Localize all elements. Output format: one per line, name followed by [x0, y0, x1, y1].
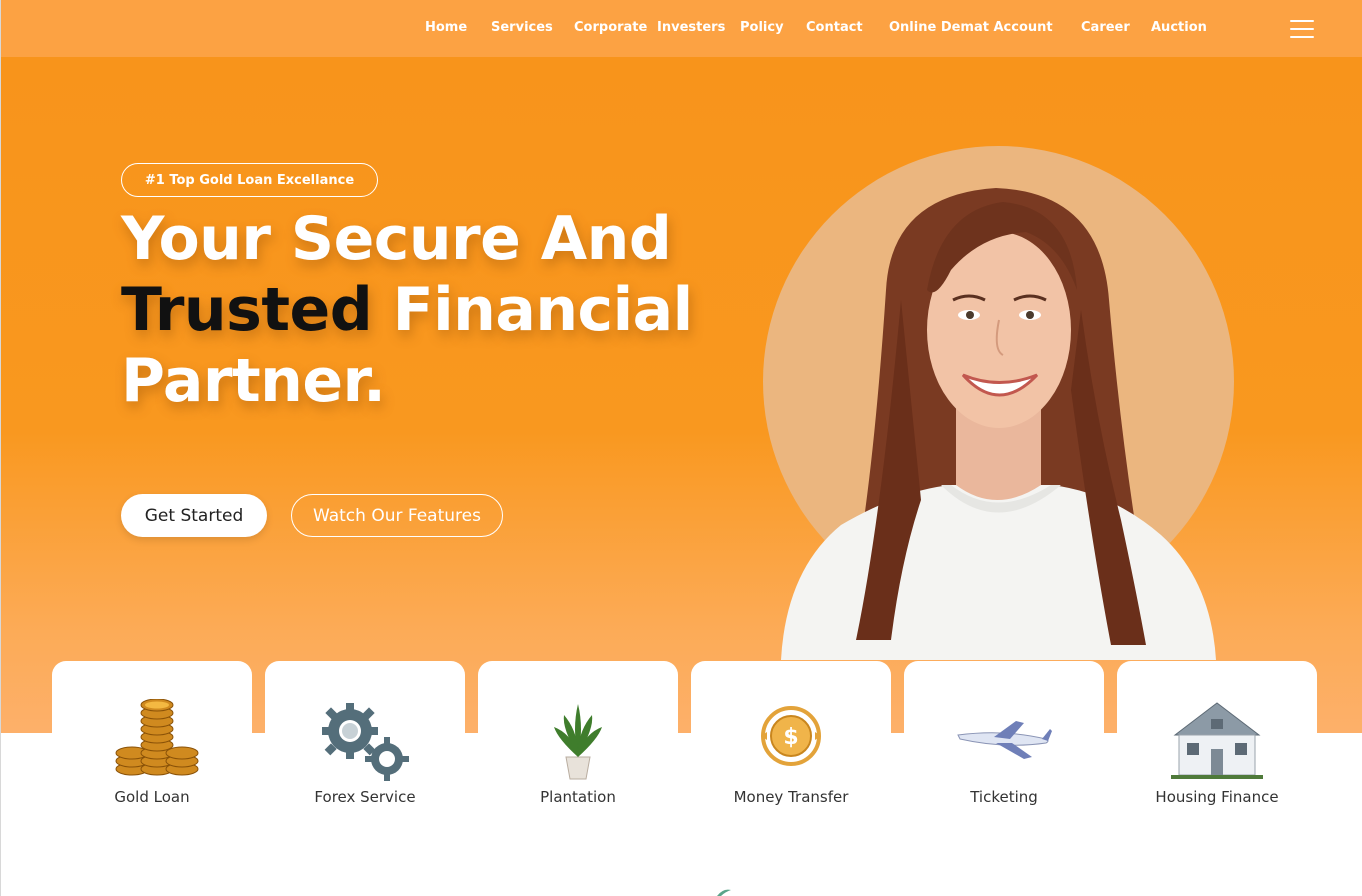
service-label: Housing Finance: [1155, 788, 1279, 806]
top-navbar: Home Services Corporate Investers Policy…: [1, 0, 1362, 57]
potted-plant-icon: [554, 704, 602, 780]
service-card-plantation[interactable]: Plantation: [478, 661, 678, 821]
nav-services[interactable]: Services: [491, 20, 553, 35]
service-label: Money Transfer: [733, 788, 849, 806]
headline-line-2: Financial: [372, 275, 694, 345]
nav-policy[interactable]: Policy: [740, 20, 784, 35]
nav-contact[interactable]: Contact: [806, 20, 863, 35]
service-card-housing-finance[interactable]: Housing Finance: [1117, 661, 1317, 821]
service-label: Plantation: [540, 788, 616, 806]
service-label: Ticketing: [970, 788, 1038, 806]
partial-leaf-icon: [717, 889, 731, 896]
headline-line-3: Partner.: [121, 346, 386, 416]
headline-line-1: Your Secure And: [121, 204, 672, 274]
nav-online-demat-account[interactable]: Online Demat Account: [889, 20, 1053, 35]
service-label: Gold Loan: [114, 788, 190, 806]
airplane-icon: [957, 721, 1052, 759]
hero-headline: Your Secure And Trusted Financial Partne…: [121, 204, 721, 417]
hero-badge: #1 Top Gold Loan Excellance: [121, 163, 378, 197]
headline-highlight: Trusted: [121, 275, 373, 345]
hamburger-menu-icon[interactable]: [1290, 20, 1314, 38]
nav-auction[interactable]: Auction: [1151, 20, 1207, 35]
svg-text:$: $: [783, 725, 798, 750]
house-icon: [1171, 702, 1263, 779]
hero-portrait-image: [781, 188, 1216, 660]
nav-corporate[interactable]: Corporate: [574, 20, 647, 35]
nav-home[interactable]: Home: [425, 20, 467, 35]
page: Home Services Corporate Investers Policy…: [0, 0, 1362, 896]
gears-icon: [322, 703, 409, 781]
nav-investers[interactable]: Investers: [657, 20, 725, 35]
service-card-gold-loan[interactable]: Gold Loan: [52, 661, 252, 821]
service-card-money-transfer[interactable]: $ Money Transfer: [691, 661, 891, 821]
get-started-button[interactable]: Get Started: [121, 494, 267, 537]
nav-career[interactable]: Career: [1081, 20, 1130, 35]
service-card-ticketing[interactable]: Ticketing: [904, 661, 1104, 821]
service-label: Forex Service: [314, 788, 416, 806]
dollar-coin-icon: $: [761, 706, 821, 766]
service-card-forex-service[interactable]: Forex Service: [265, 661, 465, 821]
gold-coins-icon: [115, 699, 199, 776]
watch-features-button[interactable]: Watch Our Features: [291, 494, 503, 537]
